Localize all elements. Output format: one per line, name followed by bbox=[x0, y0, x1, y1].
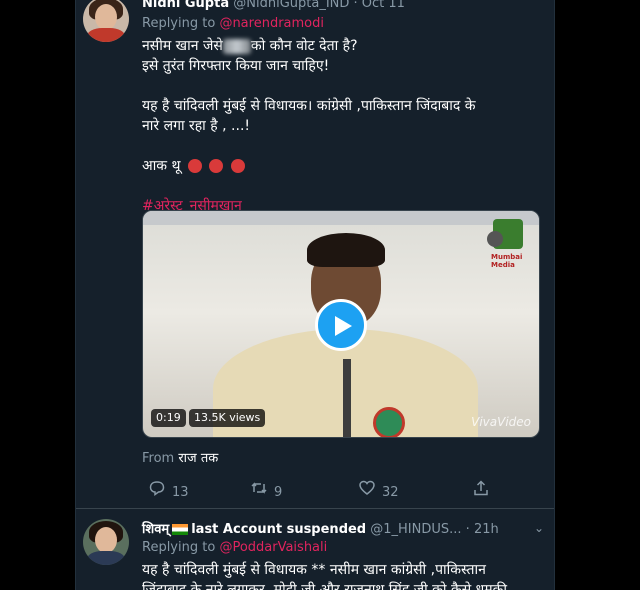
tweet-header: शिवम् last Account suspended @1_HINDUS...… bbox=[142, 519, 544, 539]
author-name-part: शिवम् bbox=[142, 522, 170, 537]
author-name[interactable]: शिवम् last Account suspended bbox=[142, 522, 366, 537]
tweet-text-line: यह है चांदिवली मुंबई से विधायक ** नसीम ख… bbox=[142, 562, 486, 578]
india-flag-icon bbox=[172, 524, 189, 535]
replying-to: Replying to @narendramodi bbox=[142, 16, 324, 31]
tweet-item[interactable]: Nidhi Gupta @NidhiGupta_IND · Oct 11 ···… bbox=[76, 0, 554, 505]
replying-to-link[interactable]: @narendramodi bbox=[219, 16, 324, 31]
tweet-text: नसीम खान जेसे को कौन वोट देता है? इसे तुर… bbox=[142, 36, 540, 216]
tweet-text-line: नारे लगा रहा है , ...! bbox=[142, 118, 251, 134]
reply-count: 13 bbox=[172, 485, 189, 500]
replying-label: Replying to bbox=[142, 540, 216, 555]
retweet-button[interactable]: 9 bbox=[250, 480, 282, 500]
source-link[interactable]: राज तक bbox=[178, 451, 218, 466]
author-name[interactable]: Nidhi Gupta bbox=[142, 0, 229, 11]
channel-logo: Mumbai Media bbox=[487, 219, 533, 269]
angry-emoji-icon bbox=[209, 159, 224, 173]
replying-to: Replying to @PoddarVaishali bbox=[142, 540, 327, 555]
angry-emoji-icon bbox=[230, 159, 245, 173]
tweet-text-line: आक थू bbox=[142, 158, 181, 174]
tweet-text-line: जिंदाबाद के नारे लगाकर, मोदी जी और राजना… bbox=[142, 582, 508, 590]
author-handle[interactable]: @NidhiGupta_IND · Oct 11 bbox=[233, 0, 405, 11]
video-views: 13.5K views bbox=[189, 409, 266, 427]
video-source: From राज तक bbox=[142, 448, 218, 466]
tweet-actions: 13 9 32 bbox=[142, 480, 542, 500]
tweet-text-line: यह है चांदिवली मुंबई से विधायक। कांग्रेस… bbox=[142, 98, 476, 114]
reply-button[interactable]: 13 bbox=[148, 480, 189, 500]
replying-to-link[interactable]: @PoddarVaishali bbox=[219, 540, 327, 555]
share-button[interactable] bbox=[472, 480, 496, 500]
share-icon bbox=[472, 480, 490, 500]
blurred-text bbox=[222, 38, 251, 54]
tweet-text-line: को कौन वोट देता है? bbox=[250, 38, 358, 54]
tweet-text: यह है चांदिवली मुंबई से विधायक ** नसीम ख… bbox=[142, 560, 540, 590]
tweet-item[interactable]: शिवम् last Account suspended @1_HINDUS...… bbox=[76, 508, 554, 590]
reply-icon bbox=[148, 480, 166, 500]
tweet-header: Nidhi Gupta @NidhiGupta_IND · Oct 11 ··· bbox=[142, 0, 544, 16]
avatar[interactable] bbox=[83, 519, 129, 565]
twitter-frame: Nidhi Gupta @NidhiGupta_IND · Oct 11 ···… bbox=[75, 0, 555, 590]
video-speaker-hair bbox=[307, 233, 385, 267]
like-icon bbox=[358, 480, 376, 500]
author-name-part: last Account suspended bbox=[191, 522, 367, 537]
retweet-icon bbox=[250, 480, 268, 500]
video-duration: 0:19 bbox=[151, 409, 186, 427]
avatar[interactable] bbox=[83, 0, 129, 42]
from-label: From bbox=[142, 451, 175, 466]
microphone bbox=[343, 359, 351, 437]
chevron-down-icon[interactable]: ⌄ bbox=[534, 521, 544, 535]
video-top-strip bbox=[143, 211, 539, 225]
retweet-count: 9 bbox=[274, 485, 283, 500]
play-icon bbox=[335, 316, 352, 336]
play-button[interactable] bbox=[315, 299, 367, 351]
like-count: 32 bbox=[382, 485, 399, 500]
tweet-text-line: नसीम खान जेसे bbox=[142, 38, 223, 54]
replying-label: Replying to bbox=[142, 16, 216, 31]
video-player[interactable]: Mumbai Media 0:19 13.5K views VivaVideo bbox=[142, 210, 540, 438]
angry-emoji-icon bbox=[187, 159, 202, 173]
video-watermark: VivaVideo bbox=[471, 415, 531, 429]
tweet-text-line: इसे तुरंत गिरफ्तार किया जान चाहिए! bbox=[142, 58, 330, 74]
author-handle[interactable]: @1_HINDUS... · 21h bbox=[370, 522, 498, 537]
more-options-icon[interactable]: ··· bbox=[531, 0, 544, 8]
lapel-badge bbox=[373, 407, 405, 437]
like-button[interactable]: 32 bbox=[358, 480, 399, 500]
